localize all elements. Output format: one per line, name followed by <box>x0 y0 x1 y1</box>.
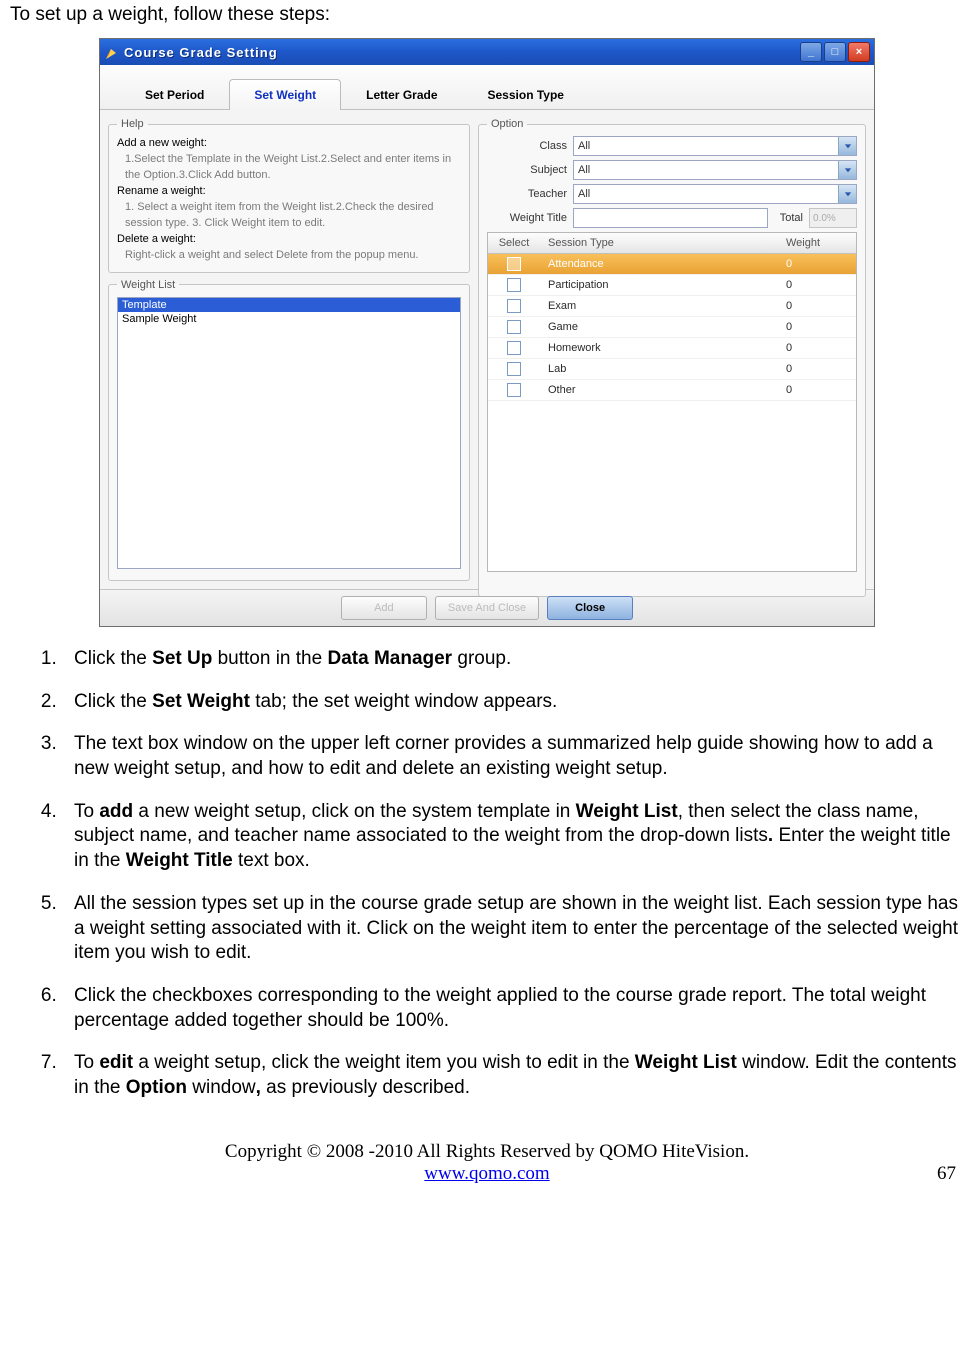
row-checkbox[interactable] <box>507 362 521 376</box>
col-select-header: Select <box>488 237 540 249</box>
tab-set-weight[interactable]: Set Weight <box>229 79 341 110</box>
row-weight: 0 <box>786 300 856 312</box>
save-and-close-button[interactable]: Save And Close <box>435 596 539 620</box>
row-checkbox[interactable] <box>507 320 521 334</box>
help-legend: Help <box>117 118 148 130</box>
row-type: Attendance <box>540 258 786 270</box>
weight-title-label: Weight Title <box>487 212 567 224</box>
step-item: All the session types set up in the cour… <box>62 892 964 966</box>
teacher-value: All <box>578 188 590 200</box>
maximize-button[interactable]: □ <box>824 42 846 62</box>
row-checkbox[interactable] <box>507 341 521 355</box>
weight-list-group: Weight List TemplateSample Weight <box>108 279 470 582</box>
row-weight: 0 <box>786 384 856 396</box>
row-type: Lab <box>540 363 786 375</box>
row-weight: 0 <box>786 279 856 291</box>
class-value: All <box>578 140 590 152</box>
window-titlebar: Course Grade Setting _ □ × <box>100 39 874 65</box>
grid-row[interactable]: Homework0 <box>488 338 856 359</box>
chevron-down-icon <box>838 161 856 179</box>
row-type: Participation <box>540 279 786 291</box>
weight-list-item[interactable]: Sample Weight <box>118 312 460 326</box>
screenshot: Course Grade Setting _ □ × Set PeriodSet… <box>99 38 875 627</box>
step-item: The text box window on the upper left co… <box>62 732 964 781</box>
option-group: Option Class All Subject All <box>478 118 866 597</box>
weight-list-legend: Weight List <box>117 279 179 291</box>
help-title: Rename a weight: <box>117 184 461 200</box>
chevron-down-icon <box>838 185 856 203</box>
subject-dropdown[interactable]: All <box>573 160 857 180</box>
grid-row[interactable]: Other0 <box>488 380 856 401</box>
col-weight-header: Weight <box>786 237 856 249</box>
add-button[interactable]: Add <box>341 596 427 620</box>
weight-list-item[interactable]: Template <box>118 298 460 312</box>
row-checkbox[interactable] <box>507 278 521 292</box>
window-title: Course Grade Setting <box>124 45 278 60</box>
weight-list-box[interactable]: TemplateSample Weight <box>117 297 461 569</box>
tab-session-type[interactable]: Session Type <box>463 79 589 110</box>
row-type: Homework <box>540 342 786 354</box>
app-icon <box>104 45 118 59</box>
step-item: To edit a weight setup, click the weight… <box>62 1051 964 1100</box>
step-item: Click the checkboxes corresponding to th… <box>62 984 964 1033</box>
session-grid: Select Session Type Weight Attendance0Pa… <box>487 232 857 572</box>
row-checkbox[interactable] <box>507 299 521 313</box>
row-type: Game <box>540 321 786 333</box>
teacher-dropdown[interactable]: All <box>573 184 857 204</box>
help-text: Right-click a weight and select Delete f… <box>117 248 461 264</box>
row-weight: 0 <box>786 342 856 354</box>
help-title: Add a new weight: <box>117 136 461 152</box>
teacher-label: Teacher <box>487 188 567 200</box>
class-label: Class <box>487 140 567 152</box>
close-button[interactable]: × <box>848 42 870 62</box>
grid-row[interactable]: Attendance0 <box>488 254 856 275</box>
minimize-button[interactable]: _ <box>800 42 822 62</box>
grid-row[interactable]: Game0 <box>488 317 856 338</box>
weight-title-input[interactable] <box>573 208 768 228</box>
tabs-bar: Set PeriodSet WeightLetter GradeSession … <box>100 65 874 110</box>
footer-url[interactable]: www.qomo.com <box>424 1163 549 1184</box>
subject-value: All <box>578 164 590 176</box>
subject-label: Subject <box>487 164 567 176</box>
chevron-down-icon <box>838 137 856 155</box>
row-type: Exam <box>540 300 786 312</box>
step-item: Click the Set Weight tab; the set weight… <box>62 690 964 715</box>
grid-row[interactable]: Participation0 <box>488 275 856 296</box>
row-weight: 0 <box>786 363 856 375</box>
tab-letter-grade[interactable]: Letter Grade <box>341 79 462 110</box>
grid-row[interactable]: Exam0 <box>488 296 856 317</box>
row-weight: 0 <box>786 321 856 333</box>
intro-text: To set up a weight, follow these steps: <box>10 4 964 26</box>
row-weight: 0 <box>786 258 856 270</box>
row-checkbox[interactable] <box>507 257 521 271</box>
option-legend: Option <box>487 118 527 130</box>
copyright-text: Copyright © 2008 -2010 All Rights Reserv… <box>10 1141 964 1163</box>
total-value: 0.0% <box>809 208 857 228</box>
class-dropdown[interactable]: All <box>573 136 857 156</box>
row-type: Other <box>540 384 786 396</box>
instruction-list: Click the Set Up button in the Data Mana… <box>10 647 964 1101</box>
help-group: Help Add a new weight:1.Select the Templ… <box>108 118 470 273</box>
total-label: Total <box>780 212 803 224</box>
row-checkbox[interactable] <box>507 383 521 397</box>
grid-row[interactable]: Lab0 <box>488 359 856 380</box>
help-text: 1.Select the Template in the Weight List… <box>117 152 461 184</box>
col-type-header: Session Type <box>540 237 786 249</box>
help-text: 1. Select a weight item from the Weight … <box>117 200 461 232</box>
step-item: Click the Set Up button in the Data Mana… <box>62 647 964 672</box>
step-item: To add a new weight setup, click on the … <box>62 800 964 874</box>
close-dialog-button[interactable]: Close <box>547 596 633 620</box>
help-title: Delete a weight: <box>117 232 461 248</box>
tab-set-period[interactable]: Set Period <box>120 79 229 110</box>
